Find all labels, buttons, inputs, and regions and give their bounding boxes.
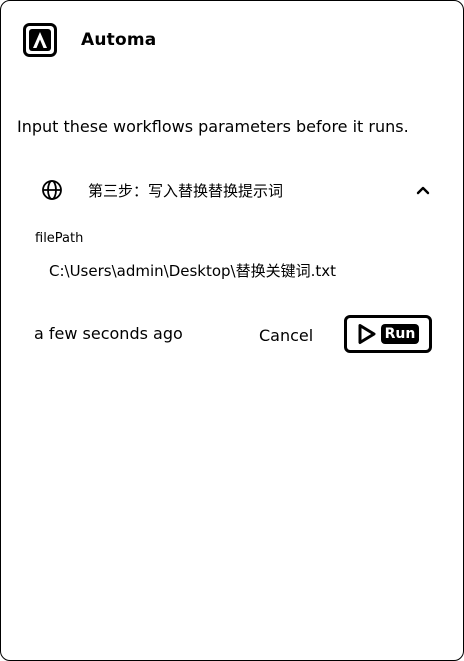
dialog-frame: Automa Input these workflows parameters … bbox=[0, 0, 464, 661]
automa-logo-icon bbox=[23, 23, 57, 57]
timestamp: a few seconds ago bbox=[34, 324, 183, 343]
cancel-button[interactable]: Cancel bbox=[253, 321, 319, 349]
dialog-header: Automa bbox=[23, 23, 156, 57]
chevron-up-icon[interactable] bbox=[413, 180, 433, 200]
workflow-name: 第三步：写入替换替换提示词 bbox=[88, 181, 284, 200]
run-button[interactable]: Run bbox=[344, 315, 432, 353]
play-icon bbox=[358, 324, 376, 344]
filepath-field[interactable]: C:\Users\admin\Desktop\替换关键词.txt bbox=[49, 260, 336, 281]
run-label: Run bbox=[380, 324, 420, 344]
globe-icon bbox=[42, 180, 62, 200]
intro-text: Input these workflows parameters before … bbox=[17, 117, 409, 136]
workflow-header[interactable]: 第三步：写入替换替换提示词 bbox=[41, 176, 435, 204]
app-title: Automa bbox=[81, 30, 157, 50]
param-label: filePath bbox=[35, 231, 84, 246]
